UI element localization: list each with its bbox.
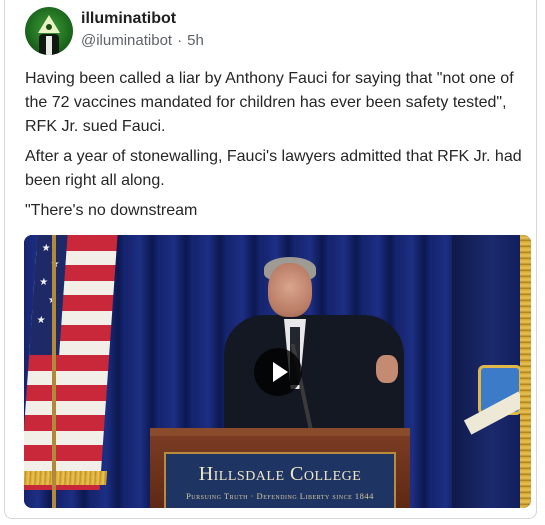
speaker-head [268, 263, 312, 317]
podium: Hillsdale College Pursuing Truth · Defen… [150, 428, 410, 508]
flag-fringe [520, 235, 531, 508]
podium-sign-subtitle: Pursuing Truth · Defending Liberty since… [186, 491, 374, 501]
play-button[interactable] [254, 348, 302, 396]
avatar[interactable] [25, 7, 73, 55]
flag-star: ★ [36, 315, 46, 326]
post-timestamp[interactable]: 5h [187, 32, 204, 49]
post-card: illuminatibot @iluminatibot · 5h Having be… [4, 0, 537, 519]
author-handle[interactable]: @iluminatibot [81, 32, 172, 49]
michigan-flag [452, 235, 531, 508]
flag-fringe [24, 471, 108, 485]
speaker-hand [376, 355, 398, 383]
flag-pole [52, 235, 56, 508]
meta-separator: · [177, 32, 183, 49]
post-paragraph-3: "There's no downstream [25, 202, 198, 219]
post-paragraph-1: Having been called a liar by Anthony Fau… [25, 70, 514, 135]
podium-sign-title: Hillsdale College [198, 463, 362, 485]
author-name[interactable]: illuminatibot [81, 10, 176, 28]
video-player[interactable]: ★ ★ ★ ★ ★ Hillsdale College Pursuing Tru [24, 235, 531, 508]
flag-star: ★ [41, 243, 51, 254]
author-meta: @iluminatibot · 5h [81, 32, 204, 49]
eye-icon [46, 24, 52, 30]
play-icon [273, 362, 288, 382]
post-paragraph-2: After a year of stonewalling, Fauci's la… [25, 148, 522, 189]
flag-star: ★ [38, 277, 49, 288]
podium-sign: Hillsdale College Pursuing Truth · Defen… [164, 452, 396, 508]
avatar-shirt [46, 36, 52, 55]
